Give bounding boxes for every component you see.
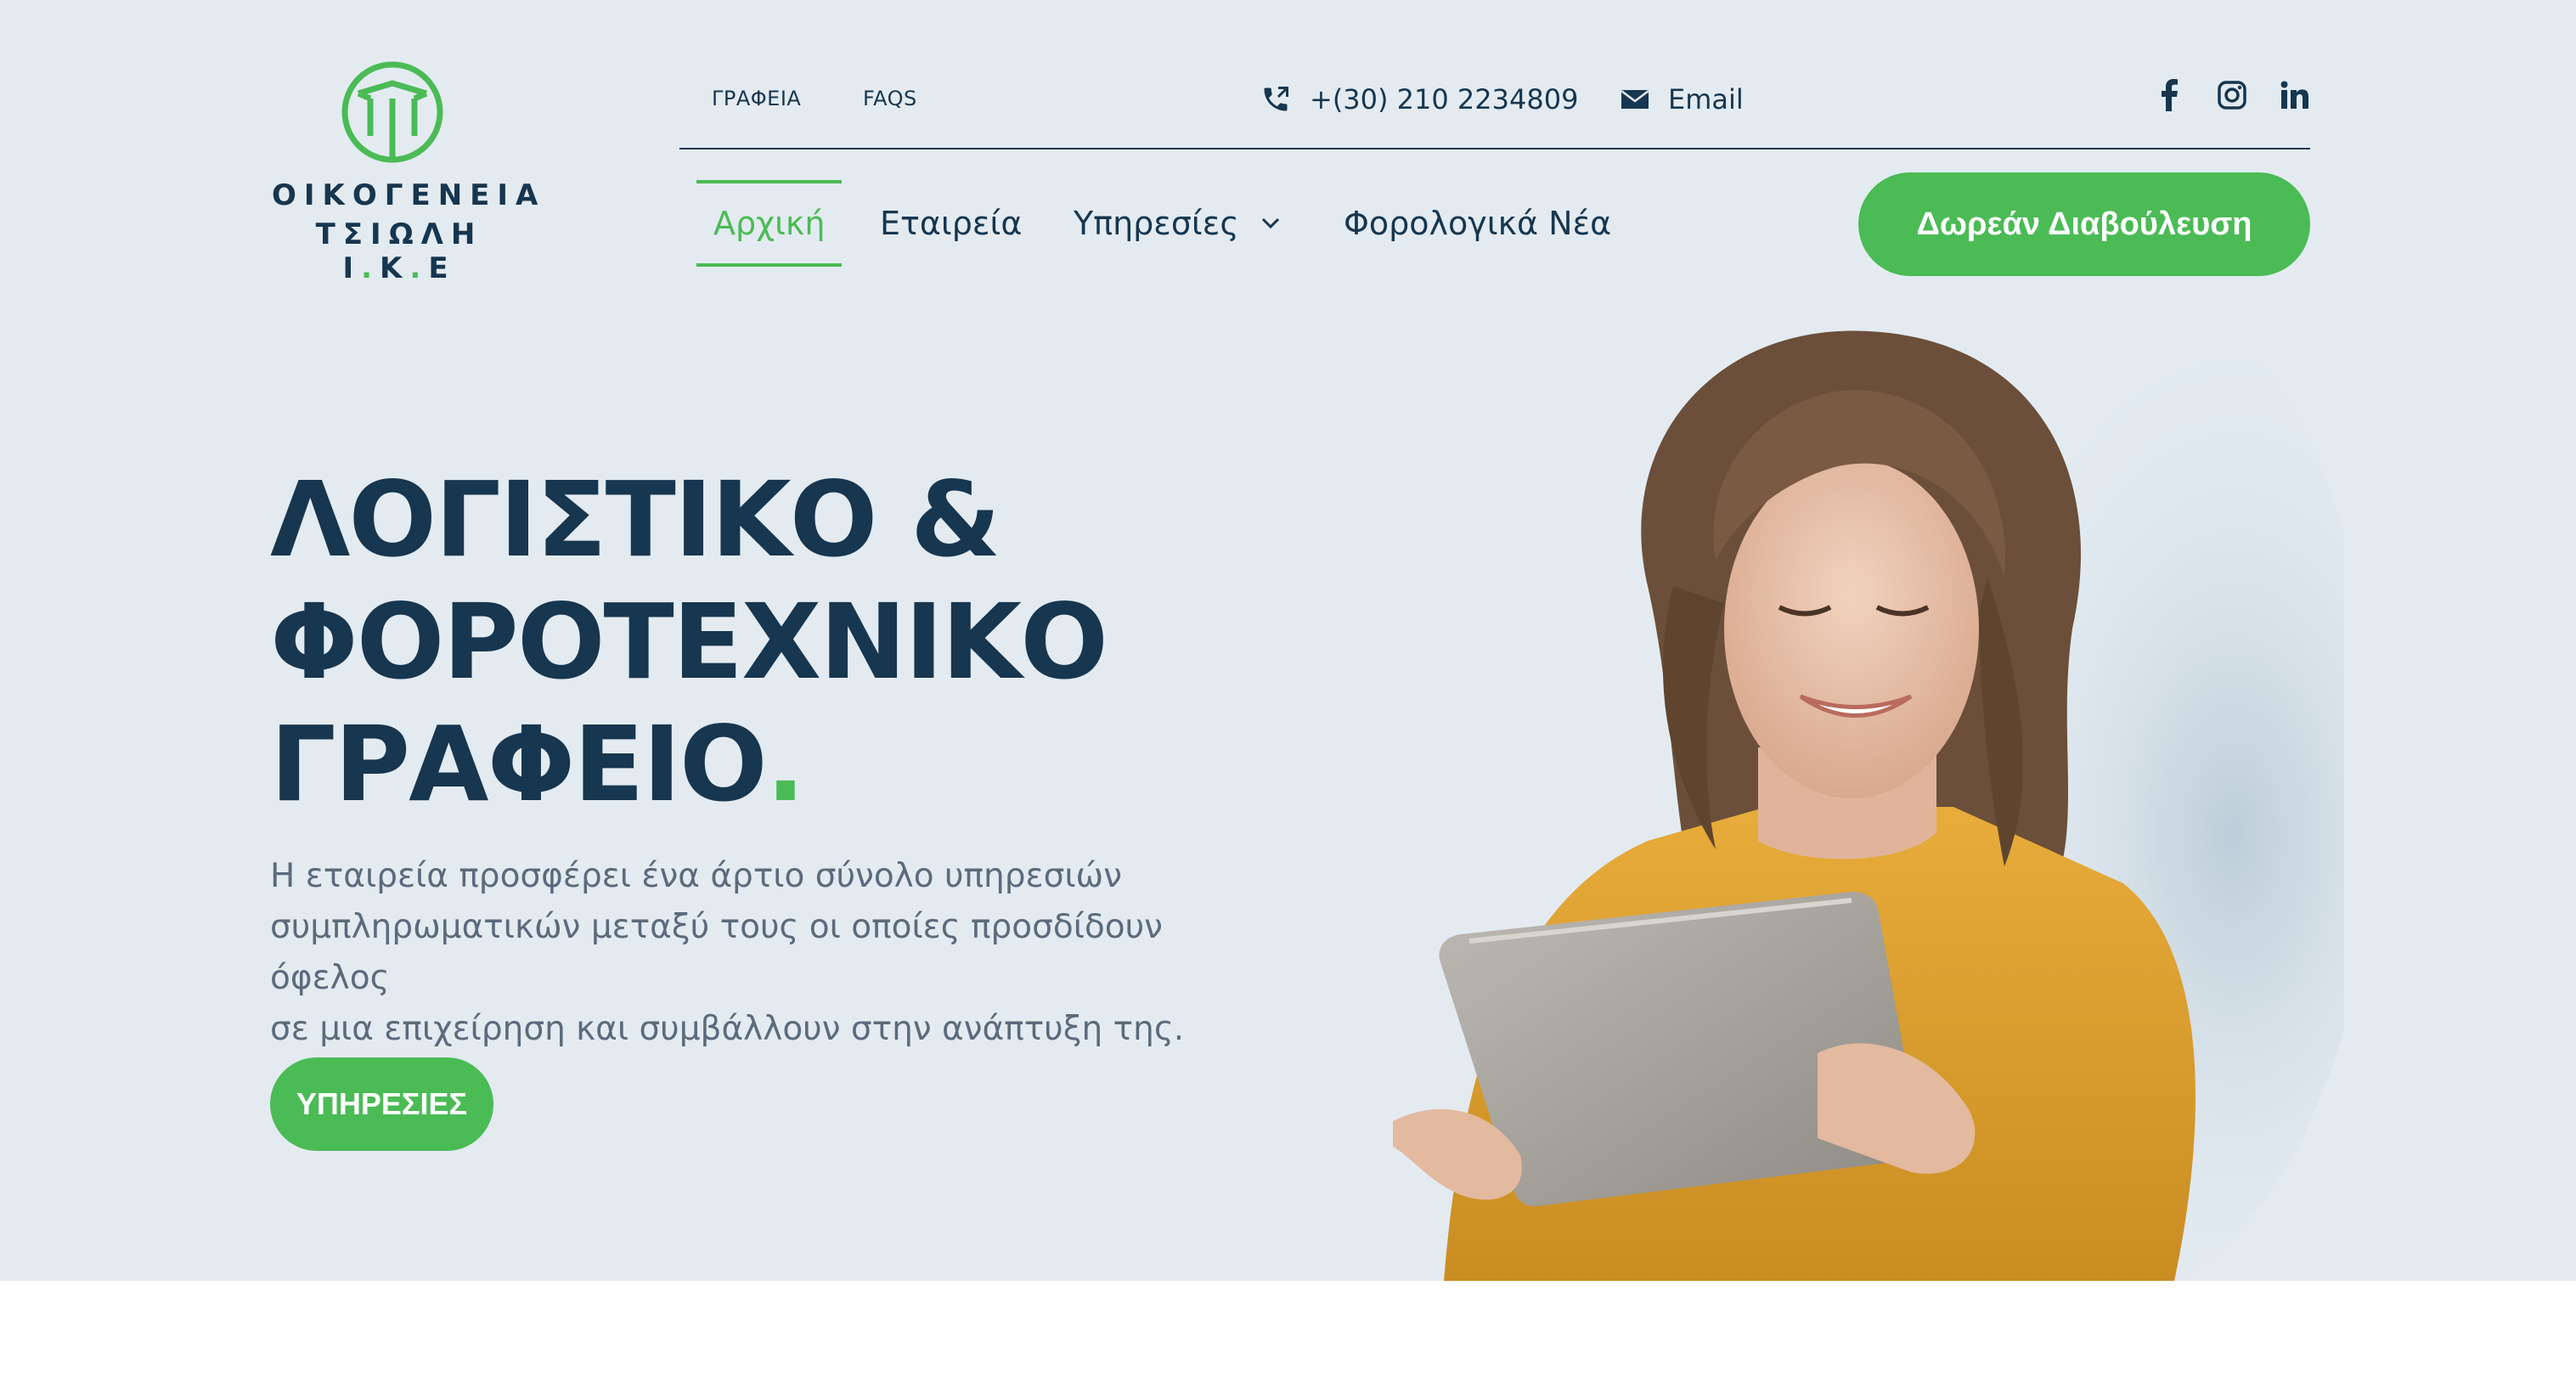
brand-name-line1: ΟΙΚΟΓΕΝΕΙΑ [272, 178, 546, 212]
hero-title-line2: ΦΟΡΟΤΕΧΝΙΚΟ [270, 582, 1108, 702]
brand-name-line2: ΤΣΙΩΛΗ Ι.Κ.Ε [315, 217, 483, 285]
envelope-icon [1621, 90, 1649, 109]
linkedin-link[interactable] [2276, 76, 2314, 114]
nav-item-tax-news[interactable]: Φορολογικά Νέα [1344, 180, 1611, 267]
email-label: Email [1668, 83, 1744, 116]
hero-title-line1: ΛΟΓΙΣΤΙΚΟ & [270, 460, 1001, 580]
chevron-down-icon [1261, 217, 1279, 229]
nav-item-services[interactable]: Υπηρεσίες [1074, 180, 1280, 267]
linkedin-icon [2280, 81, 2308, 109]
hero-title-line3: ΓΡΑΦΕΙΟ. [270, 704, 805, 825]
phone-link[interactable]: +(30) 210 2234809 [1260, 83, 1578, 116]
top-bar: ΓΡΑΦΕΙΑ FAQS +(30) 210 2234809 Email [679, 76, 2310, 149]
facebook-link[interactable] [2150, 76, 2188, 114]
toplink-faqs[interactable]: FAQS [863, 87, 917, 110]
hero-photo-woman-with-tablet [1393, 306, 2344, 1281]
facebook-icon [2162, 79, 2178, 111]
nav-item-home[interactable]: Αρχική [696, 180, 843, 267]
tsioli-logo-icon [341, 61, 443, 163]
hero-section: ΟΙΚΟΓΕΝΕΙΑ ΤΣΙΩΛΗ Ι.Κ.Ε ΓΡΑΦΕΙΑ FAQS +(3… [0, 0, 2576, 1281]
instagram-icon [2218, 81, 2246, 110]
hero-description: Η εταιρεία προσφέρει ένα άρτιο σύνολο υπ… [270, 857, 1185, 1048]
services-button[interactable]: ΥΠΗΡΕΣΙΕΣ [270, 1057, 493, 1151]
brand-logo[interactable]: ΟΙΚΟΓΕΝΕΙΑ ΤΣΙΩΛΗ Ι.Κ.Ε [272, 51, 546, 285]
phone-icon [1264, 87, 1288, 111]
nav-item-company[interactable]: Εταιρεία [880, 180, 1022, 267]
email-link[interactable]: Email [1621, 83, 1744, 116]
hero-title: ΛΟΓΙΣΤΙΚΟ & ΦΟΡΟΤΕΧΝΙΚΟ ΓΡΑΦΕΙΟ. [270, 459, 1108, 826]
toplink-offices[interactable]: ΓΡΑΦΕΙΑ [712, 87, 801, 110]
instagram-link[interactable] [2213, 76, 2251, 114]
phone-number: +(30) 210 2234809 [1310, 83, 1579, 116]
free-consultation-button[interactable]: Δωρεάν Διαβούλευση [1858, 172, 2310, 276]
